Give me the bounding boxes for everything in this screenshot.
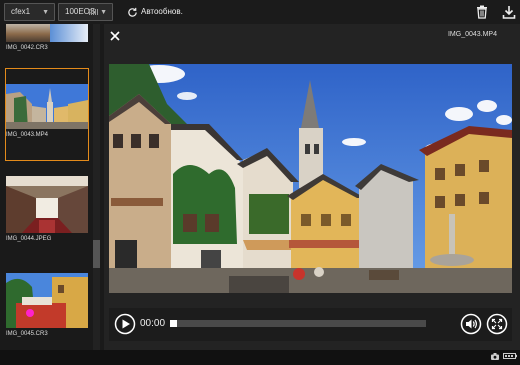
thumbnail-item-selected[interactable]: IMG_0043.MP4 (5, 68, 89, 161)
close-icon[interactable] (108, 29, 122, 43)
thumbnail-caption: IMG_0042.CR3 (6, 45, 48, 51)
folder-select[interactable]: 100EOS ▼ (58, 3, 113, 21)
refresh-icon (128, 7, 137, 17)
thumbnail-image (6, 176, 88, 233)
chevron-down-icon: ▼ (42, 9, 49, 16)
thumbnail-caption: IMG_0043.MP4 (6, 132, 49, 138)
thumbnail-caption: IMG_0045.CR3 (6, 331, 48, 337)
thumbnail-item[interactable]: IMG_0045.CR3 (6, 273, 88, 337)
thumbnail-scrollbar[interactable] (93, 24, 100, 350)
thumbnail-panel: IMG_0042.CR3 IMG_0043.MP4 IMG_0044.JPEG … (0, 24, 104, 350)
camera-icon (491, 353, 499, 360)
trash-icon[interactable] (474, 4, 490, 20)
autorefresh-label: Автообнов. (141, 7, 183, 16)
volume-icon[interactable] (460, 313, 482, 335)
thumbnail-image (6, 84, 88, 129)
storage-select[interactable]: cfex1 ▼ (4, 3, 55, 21)
thumbnail-image (6, 273, 88, 328)
folder-thumb-icon (89, 9, 99, 15)
thumbnail-scrollbar-thumb[interactable] (93, 240, 100, 268)
download-icon[interactable] (501, 4, 517, 20)
play-icon[interactable] (114, 313, 136, 335)
battery-icon (503, 353, 517, 359)
thumbnail-image (6, 24, 88, 42)
playback-time: 00:00 (140, 318, 166, 329)
seek-handle[interactable] (170, 320, 177, 327)
thumbnail-item[interactable]: IMG_0044.JPEG (6, 176, 88, 242)
top-toolbar: cfex1 ▼ 100EOS ▼ Автообнов. (0, 0, 520, 24)
status-bar (0, 350, 520, 365)
seek-bar[interactable] (170, 320, 426, 327)
viewer-filename: IMG_0043.MP4 (447, 31, 497, 38)
chevron-down-icon: ▼ (100, 9, 107, 16)
video-frame[interactable] (109, 64, 512, 293)
autorefresh-button[interactable]: Автообнов. (127, 4, 183, 20)
fullscreen-icon[interactable] (486, 313, 508, 335)
thumbnail-item[interactable]: IMG_0042.CR3 (6, 24, 88, 51)
storage-select-value: cfex1 (11, 7, 31, 16)
thumbnail-caption: IMG_0044.JPEG (6, 236, 52, 242)
